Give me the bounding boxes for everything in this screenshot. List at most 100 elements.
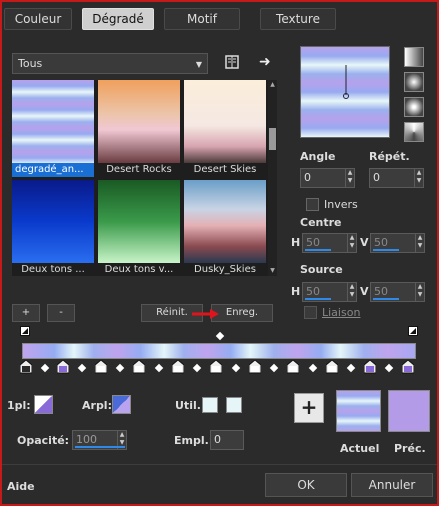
color-stop[interactable] [209, 359, 223, 374]
opacity-bar [75, 446, 125, 448]
spin-arrows-icon[interactable]: ▲ ▼ [415, 283, 424, 301]
center-v-label: V [360, 236, 369, 249]
location-field[interactable]: 0 [210, 430, 244, 450]
center-v-value: 50 [374, 236, 388, 249]
spin-arrows-icon[interactable]: ▲ ▼ [414, 169, 423, 187]
center-h-field[interactable]: 50 ▲ ▼ [302, 233, 357, 253]
tab-degrade[interactable]: Dégradé [82, 8, 154, 30]
angle-value: 0 [304, 171, 311, 184]
center-label: Centre [300, 216, 342, 229]
radial-style-icon[interactable] [404, 97, 424, 117]
color-stop[interactable] [132, 359, 146, 374]
angle-field[interactable]: 0 ▲ ▼ [300, 168, 355, 188]
source-v-field[interactable]: 50 ▲ ▼ [370, 282, 425, 302]
color-midpoint[interactable] [115, 363, 125, 373]
red-arrow-icon [190, 308, 220, 320]
spin-arrows-icon[interactable]: ▲ ▼ [347, 283, 356, 301]
stop-color-label: 1pl: [7, 399, 31, 412]
sunburst-style-icon[interactable] [404, 122, 424, 142]
invert-label: Invers [324, 198, 358, 211]
gradient-bar[interactable] [22, 343, 416, 359]
midpoint-swatch[interactable] [112, 395, 131, 414]
scroll-down-icon[interactable]: ▼ [268, 267, 277, 275]
color-midpoint[interactable] [384, 363, 394, 373]
tab-motif[interactable]: Motif [164, 8, 240, 30]
color-midpoint[interactable] [40, 363, 49, 373]
ok-button[interactable]: OK [265, 473, 347, 497]
preset-label: Dusky_Skies [194, 264, 256, 275]
opacity-stop-right[interactable] [408, 326, 418, 338]
color-stop[interactable] [363, 359, 377, 374]
repeat-field[interactable]: 0 ▲ ▼ [369, 168, 424, 188]
stop-color-swatch[interactable] [34, 395, 53, 414]
current-swatch[interactable] [336, 390, 381, 432]
tab-couleur[interactable]: Couleur [4, 8, 72, 30]
help-link[interactable]: Aide [7, 480, 35, 493]
scroll-up-icon[interactable]: ▲ [268, 81, 277, 89]
preset-item[interactable]: Desert Rocks [98, 80, 180, 177]
color-midpoint[interactable] [346, 363, 356, 373]
add-preset-button[interactable]: + [12, 304, 40, 322]
color-stop[interactable] [19, 359, 33, 374]
source-h-bar [305, 298, 331, 300]
color-midpoint[interactable] [231, 363, 240, 373]
book-icon[interactable] [224, 54, 240, 70]
invert-checkbox[interactable] [306, 198, 319, 211]
preset-item[interactable]: Desert Skies [184, 80, 266, 177]
preset-swatch [184, 180, 266, 263]
color-midpoint[interactable] [192, 363, 202, 373]
center-v-field[interactable]: 50 ▲ ▼ [370, 233, 425, 253]
preset-swatch [12, 180, 94, 263]
linear-style-icon[interactable] [404, 47, 424, 67]
category-dropdown[interactable]: Tous ▼ [12, 53, 208, 74]
spin-arrows-icon[interactable]: ▲ ▼ [345, 169, 354, 187]
angle-label: Angle [300, 150, 336, 163]
preset-item[interactable]: Dusky_Skies [184, 180, 266, 277]
color-stop[interactable] [56, 359, 70, 374]
add-color-button[interactable]: + [294, 393, 324, 423]
color-midpoint[interactable] [154, 363, 163, 373]
source-v-label: V [360, 285, 369, 298]
preset-scrollbar[interactable]: ▲ ▼ [268, 80, 277, 276]
save-button[interactable]: Enreg. [211, 304, 273, 322]
center-h-value: 50 [306, 236, 320, 249]
opacity-field[interactable]: 100 ▲ ▼ [72, 430, 127, 450]
spin-arrows-icon[interactable]: ▲ ▼ [415, 234, 424, 252]
tab-texture[interactable]: Texture [260, 8, 336, 30]
color-stop[interactable] [401, 359, 415, 374]
preset-grid: degradé_an... Desert Rocks Desert Skies … [12, 80, 268, 276]
scrollbar-thumb[interactable] [269, 128, 276, 150]
rectangular-style-icon[interactable] [404, 72, 424, 92]
preset-item[interactable]: Deux tons ... [12, 180, 94, 277]
color-midpoint[interactable] [269, 363, 279, 373]
color-midpoint[interactable] [77, 363, 87, 373]
spin-arrows-icon[interactable]: ▲ ▼ [347, 234, 356, 252]
opacity-midpoint[interactable] [215, 331, 225, 341]
source-h-field[interactable]: 50 ▲ ▼ [302, 282, 357, 302]
use-swatch-2[interactable] [226, 397, 242, 413]
link-checkbox[interactable] [304, 306, 317, 319]
color-stop[interactable] [248, 359, 262, 374]
remove-preset-button[interactable]: - [47, 304, 75, 322]
preset-label: Deux tons ... [21, 264, 85, 275]
preset-item[interactable]: Deux tons v... [98, 180, 180, 277]
gradient-preview[interactable] [300, 46, 390, 138]
use-label: Util.: [175, 399, 206, 412]
opacity-stop-left[interactable] [20, 326, 30, 338]
source-h-label: H [291, 285, 301, 298]
location-label: Empl.: [174, 434, 214, 447]
preset-item[interactable]: degradé_an... [12, 80, 94, 177]
color-midpoint[interactable] [308, 363, 317, 373]
use-swatch-1[interactable] [202, 397, 218, 413]
cancel-button[interactable]: Annuler [351, 473, 433, 497]
source-h-value: 50 [306, 285, 320, 298]
center-h-label: H [291, 236, 301, 249]
current-label: Actuel [340, 442, 380, 455]
arrow-right-icon[interactable]: ➜ [259, 54, 275, 70]
color-stop[interactable] [325, 359, 339, 374]
previous-swatch[interactable] [388, 390, 430, 432]
color-stop[interactable] [286, 359, 300, 374]
color-stop[interactable] [94, 359, 108, 374]
color-stop[interactable] [171, 359, 185, 374]
chevron-down-icon: ▼ [195, 60, 202, 69]
